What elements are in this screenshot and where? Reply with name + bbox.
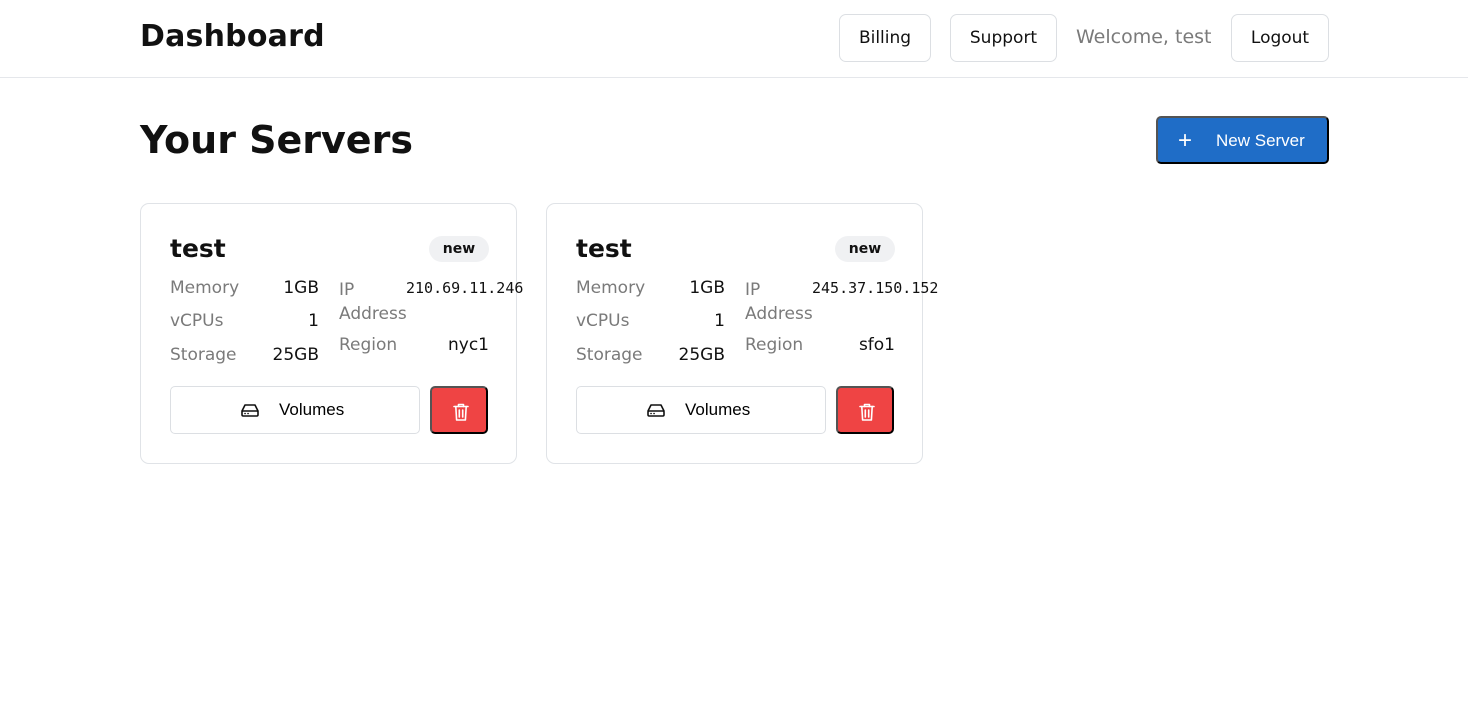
hard-drive-icon — [240, 402, 260, 423]
server-card: test new Memory 1GB vCPUs 1 Storage 25GB… — [546, 203, 938, 464]
page-title: Your Servers — [140, 118, 413, 162]
memory-value: 1GB — [283, 278, 319, 298]
support-button[interactable]: Support — [950, 14, 1057, 62]
trash-icon — [859, 403, 875, 421]
vcpus-label: vCPUs — [170, 311, 224, 331]
region-value: sfo1 — [858, 335, 895, 355]
delete-server-button[interactable] — [836, 386, 894, 434]
trash-icon — [453, 403, 469, 421]
volumes-button[interactable]: Volumes — [170, 386, 420, 434]
memory-label: Memory — [170, 278, 240, 298]
welcome-text: Welcome, test — [1076, 26, 1212, 48]
server-name: test — [170, 234, 226, 263]
plus-icon: + — [1178, 127, 1193, 154]
storage-value: 25GB — [272, 345, 319, 365]
volumes-button[interactable]: Volumes — [576, 386, 826, 434]
volumes-label: Volumes — [685, 400, 751, 419]
storage-value: 25GB — [678, 345, 725, 365]
memory-value: 1GB — [689, 278, 725, 298]
top-navbar: Dashboard Billing Support Welcome, test … — [0, 0, 1468, 78]
vcpus-value: 1 — [714, 311, 725, 331]
hard-drive-icon — [646, 402, 666, 423]
billing-button[interactable]: Billing — [839, 14, 931, 62]
app-title: Dashboard — [140, 19, 325, 54]
region-value: nyc1 — [448, 335, 489, 355]
storage-label: Storage — [170, 345, 237, 365]
ip-address-label: IP Address — [339, 280, 407, 324]
server-card: test new Memory 1GB vCPUs 1 Storage 25GB… — [140, 203, 523, 464]
ip-address-label: IP Address — [745, 280, 813, 324]
region-label: Region — [339, 335, 398, 355]
status-badge: new — [835, 236, 895, 262]
memory-label: Memory — [576, 278, 646, 298]
vcpus-label: vCPUs — [576, 311, 630, 331]
delete-server-button[interactable] — [430, 386, 488, 434]
volumes-label: Volumes — [279, 400, 345, 419]
new-server-button[interactable]: + New Server — [1156, 116, 1329, 164]
server-name: test — [576, 234, 632, 263]
new-server-label: New Server — [1216, 131, 1305, 150]
logout-button[interactable]: Logout — [1231, 14, 1329, 62]
ip-address-value: 210.69.11.246 — [406, 279, 524, 297]
vcpus-value: 1 — [308, 311, 319, 331]
region-label: Region — [745, 335, 804, 355]
storage-label: Storage — [576, 345, 643, 365]
ip-address-value: 245.37.150.152 — [812, 279, 939, 297]
status-badge: new — [429, 236, 489, 262]
